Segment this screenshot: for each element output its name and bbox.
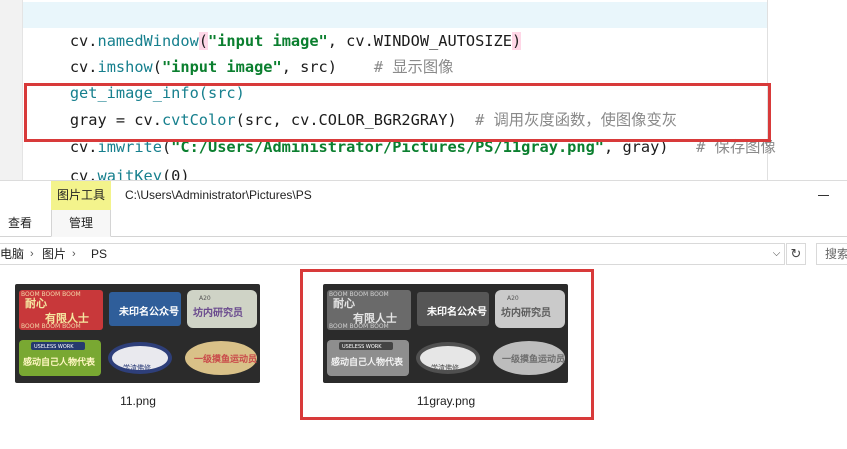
badge-text: 未印名公众号: [118, 305, 179, 318]
address-bar[interactable]: 电脑 › 图片 › PS: [0, 243, 785, 265]
badge-text: 坊内研究员: [193, 306, 243, 319]
code-line-2[interactable]: cv.imshow("input image", src) # 显示图像: [33, 28, 454, 76]
badge-text: USELESS WORK: [34, 344, 74, 350]
ribbon-tab-bar: 查看 管理: [0, 210, 847, 237]
badge-text: A20: [199, 295, 211, 302]
badge-text: BOOM BOOM BOOM: [21, 323, 81, 330]
breadcrumb-chevron-icon[interactable]: ›: [72, 244, 76, 264]
refresh-icon[interactable]: ↻: [786, 243, 806, 265]
code-line-3[interactable]: get_image_info(src): [33, 54, 245, 102]
breadcrumb-chevron-icon[interactable]: ›: [30, 244, 34, 264]
badge-text: 感动自己人物代表: [23, 356, 96, 368]
address-dropdown-icon[interactable]: ⌵: [768, 243, 785, 265]
badge-text: 学渣佛修: [123, 363, 151, 372]
thumbnail-image: 耐心 有限人士 BOOM BOOM BOOM BOOM BOOM BOOM 未印…: [15, 284, 260, 383]
breadcrumb-pc[interactable]: 电脑: [0, 244, 24, 264]
picture-tools-tab[interactable]: 图片工具: [51, 181, 111, 210]
code-token: , src): [281, 58, 337, 76]
code-editor[interactable]: cv.namedWindow("input image", cv.WINDOW_…: [0, 0, 847, 185]
code-line-1[interactable]: cv.namedWindow("input image", cv.WINDOW_…: [33, 2, 522, 50]
tab-manage[interactable]: 管理: [51, 210, 111, 237]
file-thumbnail-11png[interactable]: 耐心 有限人士 BOOM BOOM BOOM BOOM BOOM BOOM 未印…: [15, 284, 260, 383]
search-input[interactable]: 搜索: [816, 243, 847, 265]
badge-text: 耐心: [25, 296, 47, 310]
minimize-icon[interactable]: [818, 195, 829, 196]
code-comment: # 显示图像: [373, 58, 454, 76]
window-title-path: C:\Users\Administrator\Pictures\PS: [125, 188, 312, 202]
badge-text: 一级摸鱼运动员: [194, 353, 257, 365]
breadcrumb-pictures[interactable]: 图片: [42, 244, 66, 264]
file-name-label[interactable]: 11.png: [90, 394, 186, 408]
editor-gutter: [0, 0, 23, 180]
annotation-highlight-box: [300, 269, 594, 420]
bracket-match: ): [511, 32, 522, 50]
title-bar: 图片工具 C:\Users\Administrator\Pictures\PS: [0, 181, 847, 210]
breadcrumb-ps[interactable]: PS: [91, 244, 107, 264]
tab-view[interactable]: 查看: [8, 210, 32, 237]
badge-text: BOOM BOOM BOOM: [21, 291, 81, 298]
annotation-highlight-box: [24, 83, 771, 142]
